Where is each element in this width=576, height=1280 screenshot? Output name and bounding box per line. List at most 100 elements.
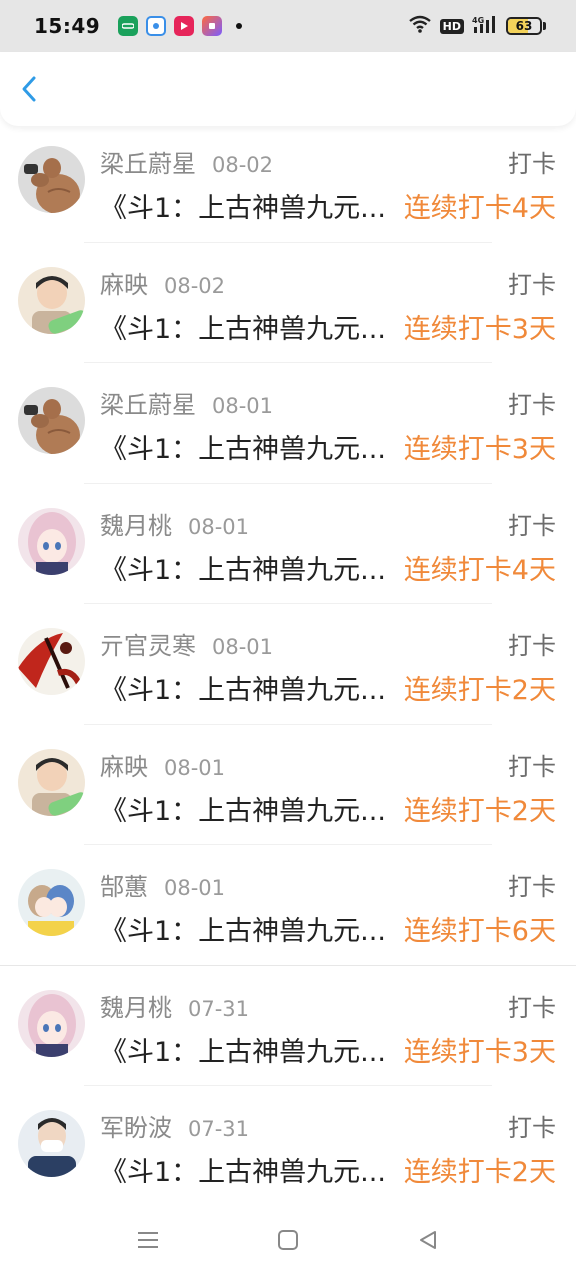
menu-icon <box>138 1232 158 1248</box>
avatar[interactable] <box>18 387 85 454</box>
post-date: 08-01 <box>188 514 250 539</box>
system-back-button[interactable] <box>408 1220 448 1260</box>
user-name: 亓官灵寒 08-01 <box>100 626 273 661</box>
checkin-label: 打卡 <box>508 752 556 781</box>
streak-count: 连续打卡3天 <box>403 313 556 345</box>
streak-count: 连续打卡2天 <box>403 795 556 827</box>
user-name-text: 梁丘蔚星 <box>100 150 196 178</box>
video-app-icon <box>174 16 195 36</box>
divider <box>84 844 492 845</box>
checkin-list-item[interactable]: 梁丘蔚星 08-02 打卡《斗1：上古神兽九元... 连续打卡4天 <box>0 140 576 261</box>
streak-count: 连续打卡3天 <box>403 1036 556 1068</box>
book-title: 《斗1：上古神兽九元... <box>100 434 386 465</box>
post-date: 08-02 <box>212 153 274 177</box>
user-name: 郜蕙 08-01 <box>100 867 225 902</box>
checkin-list-item[interactable]: 魏月桃 08-01 打卡《斗1：上古神兽九元... 连续打卡4天 <box>0 502 576 623</box>
user-name-text: 郜蕙 <box>100 873 148 901</box>
battery-indicator: 63 <box>506 17 542 35</box>
checkin-list-item[interactable]: 郜蕙 08-01 打卡《斗1：上古神兽九元... 连续打卡6天 <box>0 863 576 984</box>
book-title: 《斗1：上古神兽九元... <box>100 1157 386 1188</box>
checkin-list-item[interactable]: 魏月桃 07-31 打卡《斗1：上古神兽九元... 连续打卡3天 <box>0 984 576 1105</box>
user-name-text: 魏月桃 <box>100 993 172 1022</box>
divider <box>0 964 576 966</box>
hd-badge: HD <box>439 18 464 34</box>
app-notification-icon <box>146 16 167 36</box>
streak-count: 连续打卡2天 <box>403 1157 556 1188</box>
divider <box>84 362 492 363</box>
user-name: 麻映 08-02 <box>100 265 225 300</box>
user-name-text: 梁丘蔚星 <box>100 391 196 419</box>
status-indicators: HD 4G 63 <box>408 15 546 37</box>
user-name: 梁丘蔚星 08-02 <box>100 144 273 179</box>
user-name-text: 麻映 <box>100 270 148 299</box>
checkin-label: 打卡 <box>508 1114 556 1142</box>
book-title: 《斗1：上古神兽九元... <box>100 313 386 345</box>
signal-icon: 4G <box>472 15 498 37</box>
post-date: 08-02 <box>164 273 226 298</box>
app-notification-icon <box>118 16 139 36</box>
book-title: 《斗1：上古神兽九元... <box>100 193 386 224</box>
checkin-label: 打卡 <box>508 873 556 901</box>
top-header <box>0 52 576 126</box>
post-date: 08-01 <box>164 876 226 900</box>
divider <box>84 1085 492 1086</box>
streak-count: 连续打卡4天 <box>403 193 556 224</box>
checkin-list-item[interactable]: 亓官灵寒 08-01 打卡《斗1：上古神兽九元... 连续打卡2天 <box>0 622 576 743</box>
notification-icons <box>118 16 243 36</box>
avatar[interactable] <box>18 869 85 936</box>
book-title: 《斗1：上古神兽九元... <box>100 916 386 947</box>
checkin-label: 打卡 <box>508 993 556 1022</box>
post-date: 08-01 <box>164 755 226 780</box>
book-title: 《斗1：上古神兽九元... <box>100 675 386 706</box>
svg-text:4G: 4G <box>472 16 484 25</box>
user-name-text: 魏月桃 <box>100 511 172 540</box>
checkin-label: 打卡 <box>508 511 556 540</box>
avatar[interactable] <box>18 628 85 695</box>
status-bar: 15:49 HD 4G 63 <box>0 0 576 52</box>
avatar[interactable] <box>18 146 85 213</box>
divider <box>84 482 492 484</box>
avatar[interactable] <box>18 266 85 334</box>
checkin-label: 打卡 <box>508 632 556 660</box>
divider <box>84 603 492 604</box>
square-home-icon <box>278 1230 298 1250</box>
checkin-list-item[interactable]: 麻映 08-02 打卡 《斗1：上古神兽九元... 连续打卡3天 <box>0 261 576 382</box>
app-notification-icon <box>202 16 223 36</box>
streak-count: 连续打卡3天 <box>403 434 556 465</box>
checkin-label: 打卡 <box>508 391 556 419</box>
book-title: 《斗1：上古神兽九元... <box>100 795 386 827</box>
book-title: 《斗1：上古神兽九元... <box>100 554 386 586</box>
user-name-text: 麻映 <box>100 752 148 781</box>
checkin-label: 打卡 <box>508 150 556 178</box>
back-button[interactable] <box>20 76 44 102</box>
post-date: 07-31 <box>188 996 250 1021</box>
post-date: 07-31 <box>188 1117 250 1141</box>
avatar[interactable] <box>18 507 85 575</box>
home-button[interactable] <box>268 1220 308 1260</box>
avatar[interactable] <box>18 748 85 816</box>
system-navigation-bar <box>0 1200 576 1280</box>
book-title: 《斗1：上古神兽九元... <box>100 1036 386 1068</box>
menu-button[interactable] <box>128 1220 168 1260</box>
more-notifications-dot <box>236 23 243 29</box>
post-date: 08-01 <box>212 394 274 418</box>
avatar[interactable] <box>18 989 85 1057</box>
avatar[interactable] <box>18 1110 85 1177</box>
user-name: 麻映 08-01 <box>100 747 225 782</box>
user-name: 魏月桃 07-31 <box>100 988 249 1023</box>
status-time: 15:49 <box>34 14 101 38</box>
user-name: 梁丘蔚星 08-01 <box>100 385 273 420</box>
wifi-icon <box>408 15 432 37</box>
user-name-text: 军盼波 <box>100 1114 172 1142</box>
chevron-left-icon <box>22 76 36 102</box>
battery-tip <box>543 22 546 30</box>
checkin-list-item[interactable]: 麻映 08-01 打卡《斗1：上古神兽九元... 连续打卡2天 <box>0 743 576 864</box>
streak-count: 连续打卡4天 <box>403 554 556 586</box>
streak-count: 连续打卡2天 <box>403 675 556 706</box>
streak-count: 连续打卡6天 <box>403 916 556 947</box>
user-name: 魏月桃 08-01 <box>100 506 249 541</box>
user-name: 军盼波 07-31 <box>100 1108 249 1143</box>
checkin-list-item[interactable]: 梁丘蔚星 08-01 打卡《斗1：上古神兽九元... 连续打卡3天 <box>0 381 576 502</box>
divider <box>84 241 492 243</box>
checkin-list: 梁丘蔚星 08-02 打卡 《斗1：上古神兽九元... 连续打卡4天 麻映 08-02 打卡《… <box>0 140 576 1225</box>
